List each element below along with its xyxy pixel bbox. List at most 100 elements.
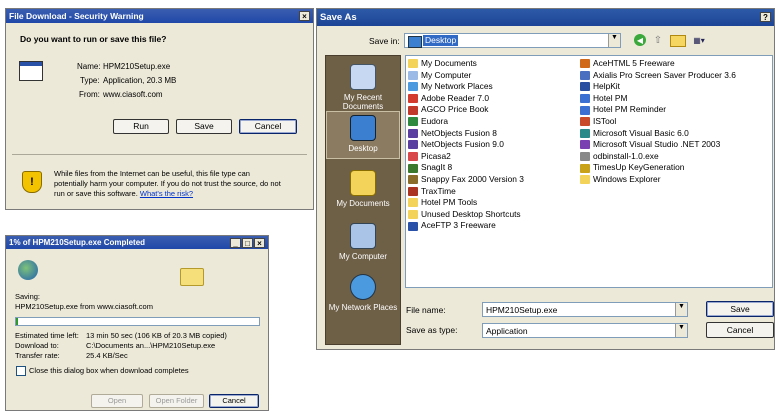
- file-list-item[interactable]: Hotel PM Tools: [408, 197, 524, 209]
- file-list-item-label: Snappy Fax 2000 Version 3: [421, 173, 524, 184]
- file-list-item[interactable]: NetObjects Fusion 9.0: [408, 139, 524, 151]
- progress-close-button[interactable]: ×: [254, 238, 265, 248]
- cancel-button[interactable]: Cancel: [239, 119, 297, 134]
- open-folder-button[interactable]: Open Folder: [149, 394, 204, 408]
- help-button[interactable]: ?: [760, 12, 771, 22]
- place-my-computer[interactable]: My Computer: [326, 223, 400, 261]
- file-list-item[interactable]: Snappy Fax 2000 Version 3: [408, 174, 524, 186]
- file-list-item[interactable]: My Documents: [408, 58, 524, 70]
- security-question: Do you want to run or save this file?: [20, 34, 167, 44]
- file-list-item[interactable]: TimesUp KeyGeneration: [580, 162, 736, 174]
- save-in-label: Save in:: [369, 36, 400, 46]
- new-folder-icon[interactable]: [670, 35, 686, 47]
- file-list-item[interactable]: Hotel PM Reminder: [580, 104, 736, 116]
- file-icon: [408, 82, 418, 92]
- file-icon: [408, 59, 418, 69]
- file-list-item-label: Unused Desktop Shortcuts: [421, 208, 521, 219]
- security-close-button[interactable]: ×: [299, 11, 310, 21]
- risk-link[interactable]: What's the risk?: [140, 189, 193, 198]
- back-icon[interactable]: ◀: [634, 34, 646, 46]
- file-name-chevron-icon[interactable]: ▼: [675, 303, 687, 316]
- run-button[interactable]: Run: [113, 119, 169, 134]
- file-list-item[interactable]: My Computer: [408, 70, 524, 82]
- file-list-item-label: SnagIt 8: [421, 162, 453, 173]
- file-list-item[interactable]: My Network Places: [408, 81, 524, 93]
- save-button[interactable]: Save: [176, 119, 232, 134]
- file-icon: [580, 117, 590, 127]
- file-list-item[interactable]: Windows Explorer: [580, 174, 736, 186]
- save-as-title-bar: Save As ?: [317, 9, 774, 26]
- place-my-network-places[interactable]: My Network Places: [326, 274, 400, 312]
- file-list-item-label: NetObjects Fusion 9.0: [421, 139, 504, 150]
- progress-cancel-button[interactable]: Cancel: [209, 394, 259, 408]
- file-list-item[interactable]: AceFTP 3 Freeware: [408, 220, 524, 232]
- transfer-rate-value: 25.4 KB/Sec: [86, 351, 128, 360]
- shield-warning-icon: !: [22, 171, 42, 193]
- warning-line-1: While files from the Internet can be use…: [54, 169, 250, 178]
- chevron-down-icon[interactable]: ▼: [608, 34, 620, 47]
- file-list-item-label: ISTool: [593, 115, 617, 126]
- place-my-documents[interactable]: My Documents: [326, 170, 400, 208]
- file-list-item[interactable]: AGCO Price Book: [408, 104, 524, 116]
- file-list-item[interactable]: odbinstall-1.0.exe: [580, 151, 736, 163]
- file-list-item-label: My Computer: [421, 69, 472, 80]
- name-value: HPM210Setup.exe: [103, 62, 171, 71]
- maximize-button[interactable]: □: [242, 238, 253, 248]
- places-bar: My Recent Documents Desktop My Documents…: [325, 55, 401, 345]
- file-list-item-label: Microsoft Visual Basic 6.0: [593, 127, 689, 138]
- save-in-dropdown[interactable]: Desktop ▼: [404, 33, 621, 48]
- file-list-item[interactable]: Microsoft Visual Basic 6.0: [580, 128, 736, 140]
- type-label: Type:: [80, 76, 100, 85]
- close-when-done-checkbox[interactable]: [16, 366, 26, 376]
- save-as-save-button[interactable]: Save: [706, 301, 774, 317]
- file-icon: [580, 140, 590, 150]
- progress-title-bar: 1% of HPM210Setup.exe Completed _ □ ×: [6, 236, 268, 249]
- file-list-item-label: NetObjects Fusion 8: [421, 127, 497, 138]
- place-desktop[interactable]: Desktop: [326, 111, 400, 159]
- file-icon: [580, 152, 590, 162]
- file-list-item[interactable]: Microsoft Visual Studio .NET 2003: [580, 139, 736, 151]
- file-list-item[interactable]: Hotel PM: [580, 93, 736, 105]
- file-list-item[interactable]: Unused Desktop Shortcuts: [408, 209, 524, 221]
- file-list-item[interactable]: ISTool: [580, 116, 736, 128]
- views-menu-icon[interactable]: ▦▾: [689, 34, 709, 46]
- my-documents-icon: [350, 170, 376, 196]
- progress-fill: [16, 318, 19, 325]
- folder-icon: [180, 268, 204, 286]
- file-list-item[interactable]: HelpKit: [580, 81, 736, 93]
- file-icon: [408, 70, 418, 80]
- file-list-item-label: Axialis Pro Screen Saver Producer 3.6: [593, 69, 736, 80]
- file-list-item[interactable]: Picasa2: [408, 151, 524, 163]
- security-title: File Download - Security Warning: [9, 11, 144, 21]
- save-as-type-dropdown[interactable]: Application ▼: [482, 323, 688, 338]
- file-list-item[interactable]: Axialis Pro Screen Saver Producer 3.6: [580, 70, 736, 82]
- file-icon: [408, 175, 418, 185]
- application-file-icon: [19, 61, 43, 81]
- save-as-type-chevron-icon[interactable]: ▼: [675, 324, 687, 337]
- up-folder-icon[interactable]: ⇧: [652, 34, 664, 46]
- file-list-item[interactable]: AceHTML 5 Freeware: [580, 58, 736, 70]
- file-list-item[interactable]: SnagIt 8: [408, 162, 524, 174]
- file-name-field[interactable]: HPM210Setup.exe ▼: [482, 302, 688, 317]
- file-icon: [408, 94, 418, 104]
- file-list-item[interactable]: Eudora: [408, 116, 524, 128]
- file-list-item[interactable]: Adobe Reader 7.0: [408, 93, 524, 105]
- file-list-item[interactable]: TraxTime: [408, 186, 524, 198]
- globe-icon: [18, 260, 38, 280]
- save-as-cancel-button[interactable]: Cancel: [706, 322, 774, 338]
- file-list-item-label: My Network Places: [421, 81, 493, 92]
- progress-title: 1% of HPM210Setup.exe Completed: [9, 238, 146, 247]
- place-my-recent-documents[interactable]: My Recent Documents: [326, 64, 400, 111]
- my-computer-icon: [350, 223, 376, 249]
- file-list[interactable]: My Documents My Computer My Network Places…: [405, 55, 773, 288]
- save-as-type-value: Application: [486, 326, 528, 336]
- minimize-button[interactable]: _: [230, 238, 241, 248]
- file-icon: [408, 221, 418, 231]
- warning-line-2: potentially harm your computer. If you d…: [54, 179, 281, 188]
- file-list-item-label: Hotel PM: [593, 92, 628, 103]
- file-icon: [580, 175, 590, 185]
- file-list-item[interactable]: NetObjects Fusion 8: [408, 128, 524, 140]
- transfer-rate-label: Transfer rate:: [15, 351, 60, 360]
- open-button[interactable]: Open: [91, 394, 143, 408]
- file-column-1: My Documents My Computer My Network Places…: [408, 58, 524, 232]
